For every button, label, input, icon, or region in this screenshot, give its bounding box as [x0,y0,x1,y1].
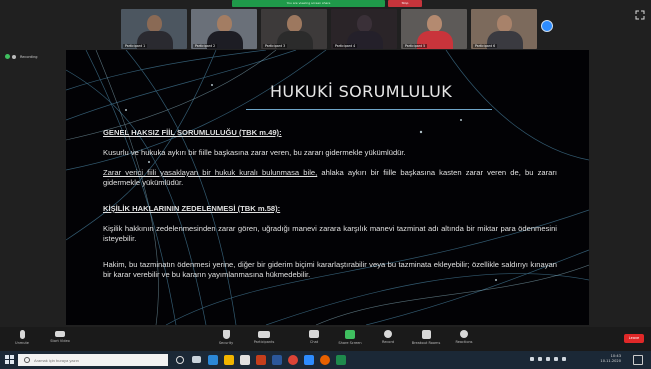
participant-face [497,15,512,32]
grid-icon [421,330,431,339]
participants-button[interactable]: Participants [244,329,284,349]
screen-share-notice: You are viewing screen share Stop [232,0,422,7]
excel-icon[interactable] [336,355,346,365]
breakout-label: Breakout Rooms [411,341,441,345]
slide-paragraph-4: Hakim, bu tazminatın ödenmesi yerine, di… [103,260,557,279]
participant-face [217,15,232,32]
slide-paragraph-2-underlined: Zarar verici fiili yasaklayan bir hukuk … [103,168,318,177]
file-explorer-icon[interactable] [224,355,234,365]
chat-label: Chat [309,340,319,344]
participant-name: Participant 1 [123,44,148,48]
people-icon [258,331,270,338]
chat-bubble-icon [309,330,319,338]
participant-face [147,15,162,32]
participant-tile[interactable]: Participant 2 [191,9,257,49]
security-button[interactable]: Security [206,329,246,349]
word-icon[interactable] [272,355,282,365]
reactions-label: Reactions [455,340,473,344]
next-page-arrow-icon[interactable] [541,20,553,32]
firefox-icon[interactable] [320,355,330,365]
battery-icon[interactable] [562,357,566,361]
participant-name: Participant 3 [263,44,288,48]
reactions-button[interactable]: Reactions [444,329,484,349]
share-screen-icon [345,330,355,339]
zoom-meeting-screen: You are viewing screen share Stop Partic… [0,0,651,369]
stop-share-button[interactable]: Stop [388,0,422,7]
mute-label: Unmute [15,341,29,345]
participant-tile[interactable]: Participant 1 [121,9,187,49]
slide-heading-1: GENEL HAKSIZ FİİL SORUMLULUĞU (TBK m.49)… [103,128,282,137]
slide-heading-2: KİŞİLİK HAKLARININ ZEDELENMESİ (TBK m.58… [103,204,281,213]
status-dot-icon [5,54,10,59]
participant-face [287,15,302,32]
windows-start-icon[interactable] [5,355,14,364]
edge-browser-icon[interactable] [208,355,218,365]
participant-tile[interactable]: Participant 4 [331,9,397,49]
participant-name: Participant 5 [403,44,428,48]
chat-button[interactable]: Chat [294,329,334,349]
slide-title: HUKUKİ SORUMLULUK [270,82,453,101]
share-status-label: You are viewing screen share [232,0,385,7]
taskbar-search[interactable] [18,354,168,366]
volume-icon[interactable] [554,357,558,361]
tray-icon[interactable] [530,357,534,361]
store-icon[interactable] [240,355,250,365]
recording-indicator: Recording [5,54,38,59]
task-view-icon[interactable] [192,356,201,363]
mute-button[interactable]: Unmute [2,329,42,349]
participant-face [357,15,372,32]
breakout-rooms-button[interactable]: Breakout Rooms [406,329,446,349]
slide-paragraph-3: Kişilik hakkının zedelenmesinden zarar g… [103,224,557,243]
chrome-icon[interactable] [288,355,298,365]
participant-face [427,15,442,32]
share-screen-label: Share Screen [338,341,362,345]
record-label: Record [381,340,395,344]
shield-icon [222,330,230,339]
share-screen-button[interactable]: Share Screen [330,329,370,349]
video-camera-icon [55,331,65,337]
search-icon [24,357,30,363]
recording-label: Recording [20,54,38,59]
status-dot-icon [12,54,16,59]
notification-center-icon[interactable] [633,355,643,365]
windows-taskbar: 10:43 10.11.2020 [0,351,651,369]
security-label: Security [218,341,234,345]
title-divider [246,109,492,110]
record-icon [384,330,392,338]
powerpoint-icon[interactable] [256,355,266,365]
smiley-icon [460,330,468,338]
participant-name: Participant 4 [333,44,358,48]
shared-screen-slide: HUKUKİ SORUMLULUK GENEL HAKSIZ FİİL SORU… [66,50,589,325]
participant-strip: Participant 1 Participant 2 Participant … [121,9,537,49]
clock[interactable]: 10:43 10.11.2020 [600,354,621,364]
participant-tile[interactable]: Participant 5 [401,9,467,49]
video-label: Start Video [50,339,70,343]
taskbar-search-input[interactable] [34,357,154,363]
slide-paragraph-1: Kusurlu ve hukuka aykırı bir fiille başk… [103,148,406,157]
fullscreen-icon[interactable] [635,10,645,20]
meeting-controls-bar: Unmute Start Video Security Participants… [0,327,651,351]
clock-date: 10.11.2020 [600,359,621,363]
participant-name: Participant 6 [473,44,498,48]
record-button[interactable]: Record [368,329,408,349]
participant-tile[interactable]: Participant 6 [471,9,537,49]
tray-icon[interactable] [538,357,542,361]
system-tray [530,357,566,361]
network-icon[interactable] [546,357,550,361]
zoom-app-icon[interactable] [304,355,314,365]
leave-meeting-button[interactable]: Leave [624,334,644,343]
slide-paragraph-2: Zarar verici fiili yasaklayan bir hukuk … [103,168,557,188]
video-button[interactable]: Start Video [40,329,80,349]
microphone-icon [19,330,25,339]
participant-name: Participant 2 [193,44,218,48]
participant-tile[interactable]: Participant 3 [261,9,327,49]
cortana-icon[interactable] [176,356,184,364]
participants-label: Participants [253,340,275,344]
